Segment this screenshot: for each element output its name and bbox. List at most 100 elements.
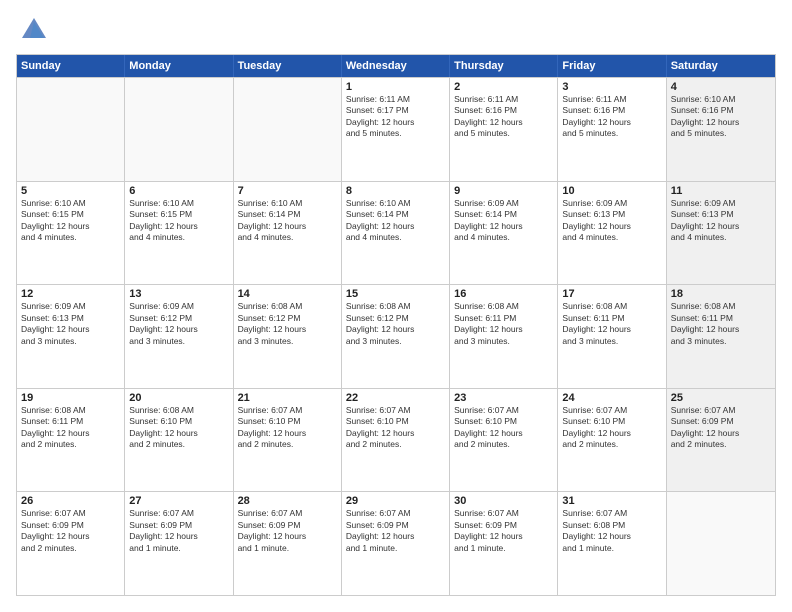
day-header-monday: Monday xyxy=(125,55,233,77)
day-number: 16 xyxy=(454,288,553,300)
calendar-cell: 16Sunrise: 6:08 AM Sunset: 6:11 PM Dayli… xyxy=(450,285,558,388)
day-detail: Sunrise: 6:11 AM Sunset: 6:16 PM Dayligh… xyxy=(454,94,553,140)
day-number: 17 xyxy=(562,288,661,300)
logo-icon xyxy=(20,16,48,44)
day-header-saturday: Saturday xyxy=(667,55,775,77)
calendar-cell: 27Sunrise: 6:07 AM Sunset: 6:09 PM Dayli… xyxy=(125,492,233,595)
calendar-cell: 25Sunrise: 6:07 AM Sunset: 6:09 PM Dayli… xyxy=(667,389,775,492)
day-number: 29 xyxy=(346,495,445,507)
day-number: 12 xyxy=(21,288,120,300)
calendar-cell: 17Sunrise: 6:08 AM Sunset: 6:11 PM Dayli… xyxy=(558,285,666,388)
calendar-row-3: 19Sunrise: 6:08 AM Sunset: 6:11 PM Dayli… xyxy=(17,388,775,492)
day-number: 1 xyxy=(346,81,445,93)
calendar-cell: 19Sunrise: 6:08 AM Sunset: 6:11 PM Dayli… xyxy=(17,389,125,492)
day-detail: Sunrise: 6:10 AM Sunset: 6:14 PM Dayligh… xyxy=(238,198,337,244)
calendar-cell: 10Sunrise: 6:09 AM Sunset: 6:13 PM Dayli… xyxy=(558,182,666,285)
calendar-cell: 28Sunrise: 6:07 AM Sunset: 6:09 PM Dayli… xyxy=(234,492,342,595)
day-number: 26 xyxy=(21,495,120,507)
day-detail: Sunrise: 6:07 AM Sunset: 6:09 PM Dayligh… xyxy=(21,508,120,554)
calendar-cell: 8Sunrise: 6:10 AM Sunset: 6:14 PM Daylig… xyxy=(342,182,450,285)
calendar-cell: 20Sunrise: 6:08 AM Sunset: 6:10 PM Dayli… xyxy=(125,389,233,492)
day-number: 8 xyxy=(346,185,445,197)
day-number: 11 xyxy=(671,185,771,197)
day-detail: Sunrise: 6:10 AM Sunset: 6:15 PM Dayligh… xyxy=(129,198,228,244)
calendar-cell: 18Sunrise: 6:08 AM Sunset: 6:11 PM Dayli… xyxy=(667,285,775,388)
calendar-cell xyxy=(667,492,775,595)
day-header-wednesday: Wednesday xyxy=(342,55,450,77)
day-number: 22 xyxy=(346,392,445,404)
day-number: 14 xyxy=(238,288,337,300)
calendar-header: SundayMondayTuesdayWednesdayThursdayFrid… xyxy=(17,55,775,77)
day-number: 31 xyxy=(562,495,661,507)
day-number: 28 xyxy=(238,495,337,507)
calendar-cell: 21Sunrise: 6:07 AM Sunset: 6:10 PM Dayli… xyxy=(234,389,342,492)
day-detail: Sunrise: 6:07 AM Sunset: 6:09 PM Dayligh… xyxy=(671,405,771,451)
day-detail: Sunrise: 6:08 AM Sunset: 6:11 PM Dayligh… xyxy=(671,301,771,347)
day-number: 7 xyxy=(238,185,337,197)
day-detail: Sunrise: 6:07 AM Sunset: 6:10 PM Dayligh… xyxy=(346,405,445,451)
day-detail: Sunrise: 6:07 AM Sunset: 6:08 PM Dayligh… xyxy=(562,508,661,554)
day-number: 4 xyxy=(671,81,771,93)
day-detail: Sunrise: 6:07 AM Sunset: 6:09 PM Dayligh… xyxy=(346,508,445,554)
day-detail: Sunrise: 6:09 AM Sunset: 6:14 PM Dayligh… xyxy=(454,198,553,244)
day-detail: Sunrise: 6:09 AM Sunset: 6:13 PM Dayligh… xyxy=(562,198,661,244)
day-number: 3 xyxy=(562,81,661,93)
day-number: 6 xyxy=(129,185,228,197)
day-number: 18 xyxy=(671,288,771,300)
day-detail: Sunrise: 6:10 AM Sunset: 6:15 PM Dayligh… xyxy=(21,198,120,244)
calendar-cell: 29Sunrise: 6:07 AM Sunset: 6:09 PM Dayli… xyxy=(342,492,450,595)
calendar-cell: 1Sunrise: 6:11 AM Sunset: 6:17 PM Daylig… xyxy=(342,78,450,181)
day-detail: Sunrise: 6:08 AM Sunset: 6:11 PM Dayligh… xyxy=(454,301,553,347)
day-number: 2 xyxy=(454,81,553,93)
header xyxy=(16,16,776,44)
day-detail: Sunrise: 6:10 AM Sunset: 6:14 PM Dayligh… xyxy=(346,198,445,244)
calendar-cell: 13Sunrise: 6:09 AM Sunset: 6:12 PM Dayli… xyxy=(125,285,233,388)
calendar-row-0: 1Sunrise: 6:11 AM Sunset: 6:17 PM Daylig… xyxy=(17,77,775,181)
day-number: 19 xyxy=(21,392,120,404)
day-number: 27 xyxy=(129,495,228,507)
calendar-body: 1Sunrise: 6:11 AM Sunset: 6:17 PM Daylig… xyxy=(17,77,775,595)
calendar-cell: 5Sunrise: 6:10 AM Sunset: 6:15 PM Daylig… xyxy=(17,182,125,285)
calendar-cell xyxy=(125,78,233,181)
calendar-cell: 2Sunrise: 6:11 AM Sunset: 6:16 PM Daylig… xyxy=(450,78,558,181)
day-number: 13 xyxy=(129,288,228,300)
calendar-cell: 23Sunrise: 6:07 AM Sunset: 6:10 PM Dayli… xyxy=(450,389,558,492)
day-header-sunday: Sunday xyxy=(17,55,125,77)
calendar-cell: 24Sunrise: 6:07 AM Sunset: 6:10 PM Dayli… xyxy=(558,389,666,492)
day-number: 30 xyxy=(454,495,553,507)
calendar-row-4: 26Sunrise: 6:07 AM Sunset: 6:09 PM Dayli… xyxy=(17,491,775,595)
calendar-cell: 4Sunrise: 6:10 AM Sunset: 6:16 PM Daylig… xyxy=(667,78,775,181)
day-detail: Sunrise: 6:07 AM Sunset: 6:09 PM Dayligh… xyxy=(238,508,337,554)
day-header-thursday: Thursday xyxy=(450,55,558,77)
day-detail: Sunrise: 6:09 AM Sunset: 6:13 PM Dayligh… xyxy=(671,198,771,244)
day-number: 5 xyxy=(21,185,120,197)
day-number: 21 xyxy=(238,392,337,404)
day-detail: Sunrise: 6:09 AM Sunset: 6:13 PM Dayligh… xyxy=(21,301,120,347)
day-number: 15 xyxy=(346,288,445,300)
calendar-row-2: 12Sunrise: 6:09 AM Sunset: 6:13 PM Dayli… xyxy=(17,284,775,388)
day-number: 9 xyxy=(454,185,553,197)
calendar-cell: 9Sunrise: 6:09 AM Sunset: 6:14 PM Daylig… xyxy=(450,182,558,285)
calendar-cell: 12Sunrise: 6:09 AM Sunset: 6:13 PM Dayli… xyxy=(17,285,125,388)
calendar-cell: 31Sunrise: 6:07 AM Sunset: 6:08 PM Dayli… xyxy=(558,492,666,595)
day-detail: Sunrise: 6:11 AM Sunset: 6:17 PM Dayligh… xyxy=(346,94,445,140)
calendar-cell: 30Sunrise: 6:07 AM Sunset: 6:09 PM Dayli… xyxy=(450,492,558,595)
calendar-cell: 15Sunrise: 6:08 AM Sunset: 6:12 PM Dayli… xyxy=(342,285,450,388)
day-detail: Sunrise: 6:07 AM Sunset: 6:09 PM Dayligh… xyxy=(129,508,228,554)
day-number: 10 xyxy=(562,185,661,197)
day-header-tuesday: Tuesday xyxy=(234,55,342,77)
day-detail: Sunrise: 6:07 AM Sunset: 6:10 PM Dayligh… xyxy=(238,405,337,451)
day-detail: Sunrise: 6:07 AM Sunset: 6:10 PM Dayligh… xyxy=(454,405,553,451)
calendar: SundayMondayTuesdayWednesdayThursdayFrid… xyxy=(16,54,776,596)
day-detail: Sunrise: 6:08 AM Sunset: 6:11 PM Dayligh… xyxy=(21,405,120,451)
day-number: 20 xyxy=(129,392,228,404)
day-detail: Sunrise: 6:10 AM Sunset: 6:16 PM Dayligh… xyxy=(671,94,771,140)
calendar-cell: 26Sunrise: 6:07 AM Sunset: 6:09 PM Dayli… xyxy=(17,492,125,595)
calendar-cell: 14Sunrise: 6:08 AM Sunset: 6:12 PM Dayli… xyxy=(234,285,342,388)
day-detail: Sunrise: 6:08 AM Sunset: 6:12 PM Dayligh… xyxy=(238,301,337,347)
page: SundayMondayTuesdayWednesdayThursdayFrid… xyxy=(0,0,792,612)
day-detail: Sunrise: 6:11 AM Sunset: 6:16 PM Dayligh… xyxy=(562,94,661,140)
calendar-cell xyxy=(17,78,125,181)
day-number: 25 xyxy=(671,392,771,404)
day-detail: Sunrise: 6:08 AM Sunset: 6:10 PM Dayligh… xyxy=(129,405,228,451)
